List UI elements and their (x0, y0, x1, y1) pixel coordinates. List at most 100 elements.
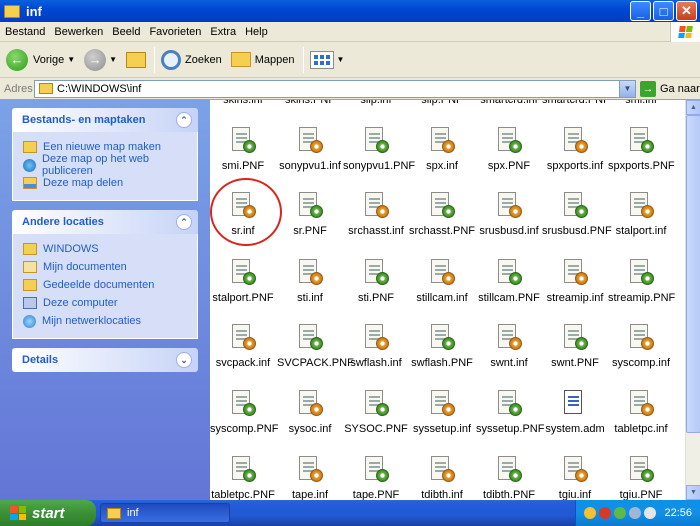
file-item[interactable]: tdibth.inf (409, 454, 475, 500)
file-item[interactable]: tabletpc.inf (608, 388, 674, 435)
security-shield-icon[interactable] (584, 507, 596, 519)
scroll-down-icon[interactable]: ▼ (686, 485, 700, 500)
place-network[interactable]: Mijn netwerklocaties (23, 312, 187, 330)
scroll-thumb[interactable] (686, 115, 700, 433)
chevron-down-icon: ▼ (109, 55, 118, 64)
file-item[interactable]: SYSOC.PNF (343, 388, 409, 435)
file-item[interactable]: stalport.PNF (210, 257, 276, 304)
menu-beeld[interactable]: Beeld (108, 26, 144, 38)
inf-file-icon (297, 257, 323, 287)
file-list: skins.inf skins.PNF slip.inf slip.PNF smartc… (210, 100, 685, 500)
task-publish-web[interactable]: Deze map op het web publiceren (23, 153, 187, 177)
file-item[interactable]: srchasst.inf (343, 190, 409, 237)
file-item[interactable]: tape.PNF (343, 454, 409, 500)
menu-bestand[interactable]: Bestand (1, 26, 49, 38)
menu-favorieten[interactable]: Favorieten (145, 26, 205, 38)
file-item[interactable]: spx.PNF (476, 125, 542, 172)
file-item[interactable]: smi.PNF (210, 125, 276, 172)
file-item[interactable]: sr.PNF (277, 190, 343, 237)
file-item[interactable]: sti.inf (277, 257, 343, 304)
tray-app-icon[interactable] (644, 507, 656, 519)
close-button[interactable]: ✕ (676, 1, 697, 21)
forward-arrow-icon: → (84, 48, 107, 71)
vertical-scrollbar[interactable]: ▲ ▼ (685, 100, 700, 500)
volume-icon[interactable] (629, 507, 641, 519)
file-item[interactable]: sonypvu1.PNF (343, 125, 415, 172)
file-item[interactable]: system.adm (542, 388, 608, 435)
views-icon (309, 50, 334, 69)
inf-file-icon (496, 190, 522, 220)
menu-extra[interactable]: Extra (206, 26, 240, 38)
file-item[interactable]: syssetup.PNF (476, 388, 544, 435)
expand-icon[interactable]: ⌄ (176, 352, 192, 368)
file-item[interactable]: tgiu.PNF (608, 454, 674, 500)
chevron-down-icon[interactable]: ▼ (619, 80, 635, 97)
file-item[interactable]: srusbusd.PNF (542, 190, 612, 237)
search-button[interactable]: Zoeken (158, 45, 225, 75)
file-item[interactable]: svcpack.inf (210, 322, 276, 369)
file-item[interactable]: srchasst.PNF (409, 190, 475, 237)
file-item[interactable]: swflash.PNF (409, 322, 475, 369)
alert-icon[interactable] (599, 507, 611, 519)
file-label: smi.inf (625, 100, 657, 106)
file-label: spx.PNF (487, 160, 531, 172)
file-item[interactable]: sysoc.inf (277, 388, 343, 435)
file-label: skins.inf (223, 100, 263, 106)
file-item[interactable]: stalport.inf (608, 190, 674, 237)
back-button[interactable]: ← Vorige ▼ (3, 45, 78, 75)
file-item[interactable]: tabletpc.PNF (210, 454, 276, 500)
collapse-icon[interactable]: ⌃ (176, 112, 192, 128)
file-item[interactable]: srusbusd.inf (476, 190, 542, 237)
file-item[interactable]: syssetup.inf (409, 388, 475, 435)
file-label: swnt.PNF (551, 357, 599, 369)
file-label: stillcam.inf (416, 292, 468, 304)
file-label: srchasst.inf (348, 225, 404, 237)
file-item[interactable]: tdibth.PNF (476, 454, 542, 500)
details-header[interactable]: Details ⌄ (12, 348, 198, 372)
views-button[interactable]: ▼ (307, 45, 348, 75)
maximize-button[interactable]: □ (653, 1, 674, 21)
file-item[interactable]: syscomp.PNF (210, 388, 278, 435)
file-item[interactable]: streamip.PNF (608, 257, 675, 304)
address-input[interactable]: C:\WINDOWS\inf ▼ (34, 79, 636, 98)
start-button[interactable]: start (0, 500, 96, 526)
other-places-header[interactable]: Andere locaties ⌃ (12, 210, 198, 234)
file-item[interactable]: streamip.inf (542, 257, 608, 304)
menu-help[interactable]: Help (241, 26, 272, 38)
up-folder-button[interactable] (123, 45, 149, 75)
file-item[interactable]: spxports.PNF (608, 125, 675, 172)
file-item[interactable]: swflash.inf (343, 322, 409, 369)
inf-file-icon (562, 125, 588, 155)
file-item[interactable]: sr.inf (210, 190, 276, 237)
place-my-documents[interactable]: Mijn documenten (23, 258, 187, 276)
menu-bar: Bestand Bewerken Beeld Favorieten Extra … (0, 22, 700, 42)
taskbar-window-button[interactable]: inf (100, 503, 230, 523)
file-item[interactable]: tape.inf (277, 454, 343, 500)
forward-button[interactable]: → ▼ (81, 45, 120, 75)
file-label: smi.PNF (221, 160, 265, 172)
file-item[interactable]: stillcam.inf (409, 257, 475, 304)
file-item[interactable]: sonypvu1.inf (277, 125, 343, 172)
file-label: spxports.inf (546, 160, 604, 172)
file-item[interactable]: SVCPACK.PNF (277, 322, 354, 369)
file-tasks-header[interactable]: Bestands- en maptaken ⌃ (12, 108, 198, 132)
go-button[interactable]: → Ga naar (640, 80, 700, 97)
menu-bewerken[interactable]: Bewerken (50, 26, 107, 38)
file-item[interactable]: sti.PNF (343, 257, 409, 304)
file-item[interactable]: syscomp.inf (608, 322, 674, 369)
place-my-computer[interactable]: Deze computer (23, 294, 187, 312)
folders-button[interactable]: Mappen (228, 45, 298, 75)
place-shared-documents[interactable]: Gedeelde documenten (23, 276, 187, 294)
network-tray-icon[interactable] (614, 507, 626, 519)
file-item[interactable]: spxports.inf (542, 125, 608, 172)
file-item[interactable]: swnt.inf (476, 322, 542, 369)
file-item[interactable]: spx.inf (409, 125, 475, 172)
file-item[interactable]: stillcam.PNF (476, 257, 542, 304)
minimize-button[interactable]: _ (630, 1, 651, 21)
file-label: swflash.PNF (411, 357, 473, 369)
collapse-icon[interactable]: ⌃ (176, 214, 192, 230)
scroll-up-icon[interactable]: ▲ (686, 100, 700, 115)
place-windows[interactable]: WINDOWS (23, 240, 187, 258)
file-item[interactable]: tgiu.inf (542, 454, 608, 500)
file-item[interactable]: swnt.PNF (542, 322, 608, 369)
